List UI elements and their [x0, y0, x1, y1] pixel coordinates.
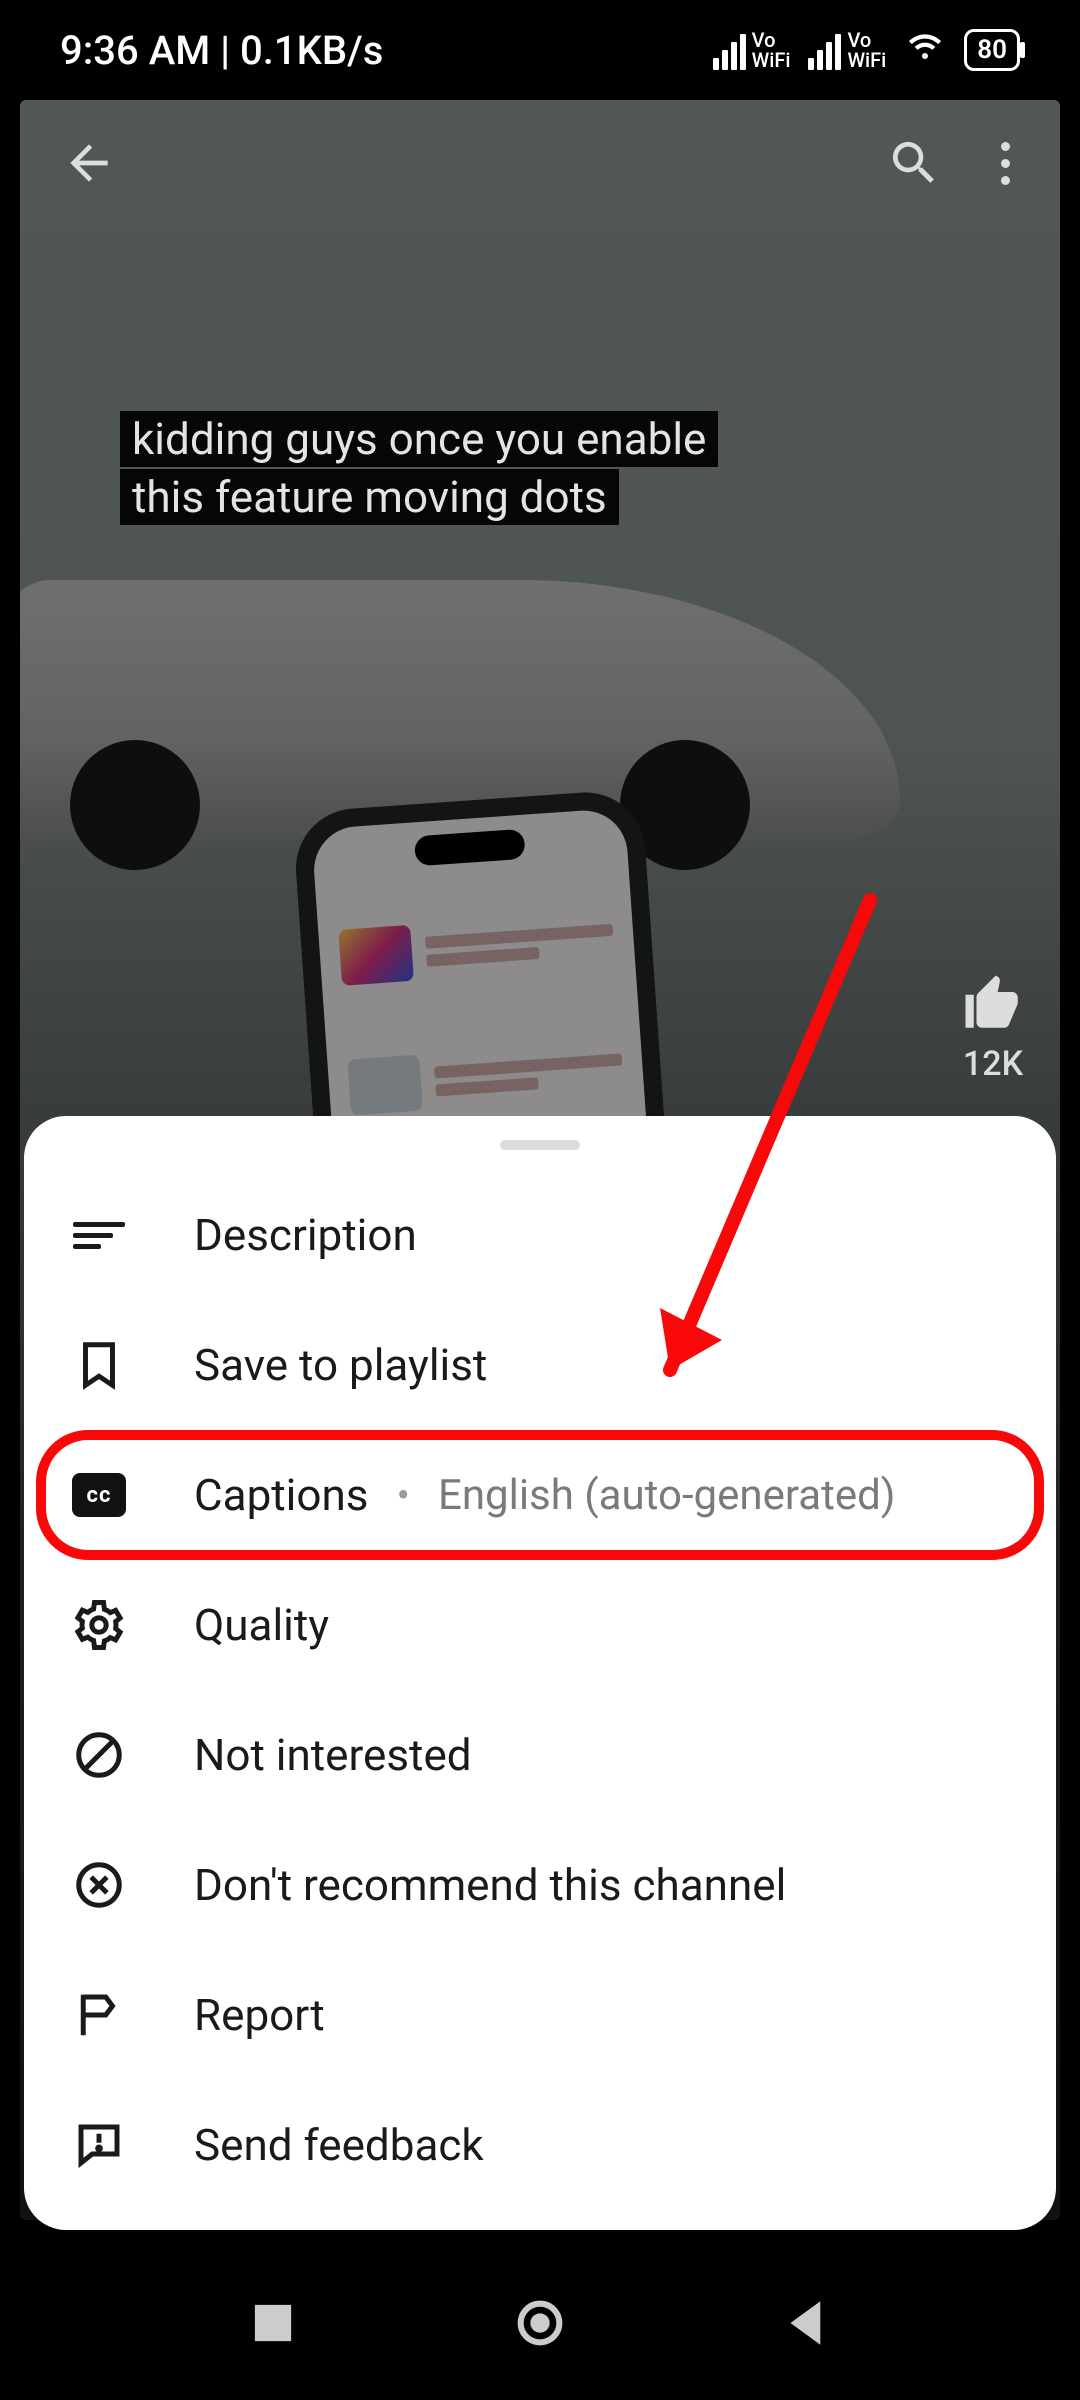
- android-navbar: [0, 2250, 1080, 2400]
- signal-bars-icon: [713, 34, 746, 70]
- drag-handle[interactable]: [500, 1140, 580, 1150]
- options-sheet: Description Save to playlist cc Captions…: [24, 1116, 1056, 2230]
- menu-label: Send feedback: [194, 2119, 484, 2171]
- menu-label: Captions: [194, 1469, 368, 1521]
- back-button[interactable]: [56, 130, 122, 196]
- menu-captions[interactable]: cc Captions • English (auto-generated): [24, 1430, 1056, 1560]
- status-time: 9:36 AM: [60, 27, 210, 74]
- video-topbar: [20, 100, 1060, 226]
- signal-sim1: Vo WiFi: [713, 30, 791, 70]
- status-bar: 9:36 AM | 0.1KB/s Vo WiFi Vo WiFi 80: [0, 0, 1080, 100]
- status-right: Vo WiFi Vo WiFi 80: [713, 24, 1020, 76]
- menu-description[interactable]: Description: [24, 1170, 1056, 1300]
- menu-label: Save to playlist: [194, 1339, 487, 1391]
- feedback-icon: [72, 2118, 126, 2172]
- status-left: 9:36 AM | 0.1KB/s: [60, 27, 383, 74]
- ban-icon: [72, 1728, 126, 1782]
- menu-label: Report: [194, 1989, 325, 2041]
- menu-save-playlist[interactable]: Save to playlist: [24, 1300, 1056, 1430]
- menu-label: Don't recommend this channel: [194, 1859, 786, 1911]
- status-netspeed: 0.1KB/s: [240, 27, 383, 74]
- x-circle-icon: [72, 1858, 126, 1912]
- menu-label: Quality: [194, 1599, 329, 1651]
- battery-pct: 80: [977, 35, 1007, 65]
- dot-separator: •: [392, 1472, 414, 1519]
- wifi-icon: [904, 24, 946, 76]
- cc-icon: cc: [72, 1468, 126, 1522]
- menu-not-interested[interactable]: Not interested: [24, 1690, 1056, 1820]
- video-caption: kidding guys once you enable this featur…: [120, 410, 780, 526]
- captions-value: English (auto-generated): [438, 1471, 895, 1520]
- more-button[interactable]: [987, 142, 1024, 185]
- nav-home[interactable]: [511, 2294, 569, 2356]
- nav-recents[interactable]: [244, 2294, 302, 2356]
- nav-back[interactable]: [778, 2294, 836, 2356]
- vowifi-label: Vo WiFi: [752, 30, 791, 70]
- menu-dont-recommend[interactable]: Don't recommend this channel: [24, 1820, 1056, 1950]
- signal-bars-icon: [808, 34, 841, 70]
- bookmark-icon: [72, 1338, 126, 1392]
- menu-label: Not interested: [194, 1729, 472, 1781]
- menu-report[interactable]: Report: [24, 1950, 1056, 2080]
- description-icon: [72, 1208, 126, 1262]
- flag-icon: [72, 1988, 126, 2042]
- thumb-up-icon: [960, 970, 1026, 1036]
- search-button[interactable]: [881, 130, 947, 196]
- caption-text: kidding guys once you enable this featur…: [120, 411, 718, 525]
- menu-label: Description: [194, 1209, 417, 1261]
- vowifi-label: Vo WiFi: [847, 30, 886, 70]
- menu-quality[interactable]: Quality: [24, 1560, 1056, 1690]
- battery-indicator: 80: [964, 29, 1020, 71]
- gear-icon: [72, 1598, 126, 1652]
- menu-send-feedback[interactable]: Send feedback: [24, 2080, 1056, 2210]
- like-count: 12K: [963, 1044, 1023, 1084]
- signal-sim2: Vo WiFi: [808, 30, 886, 70]
- like-button[interactable]: 12K: [960, 970, 1026, 1084]
